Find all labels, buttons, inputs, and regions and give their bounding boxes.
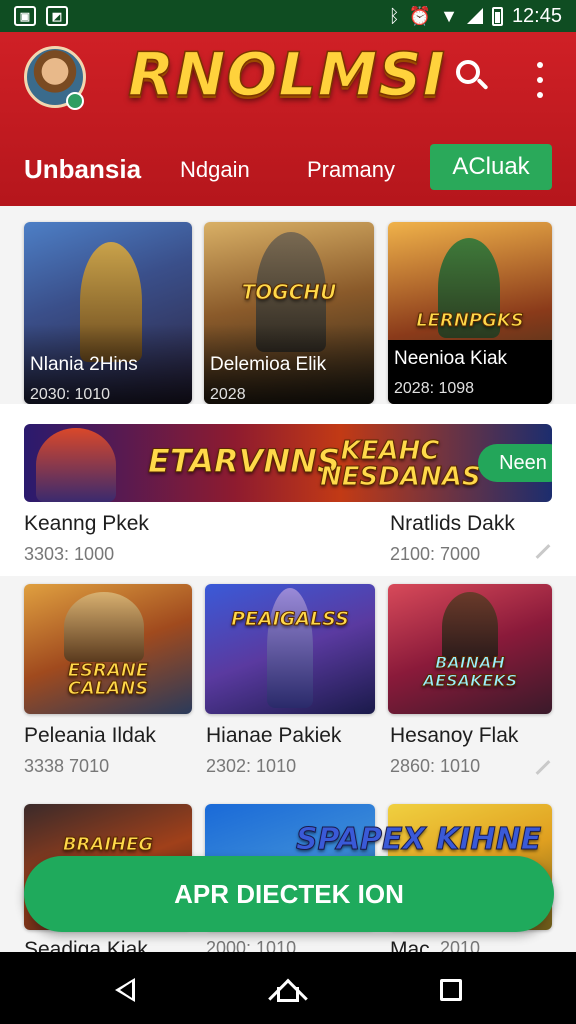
online-badge-icon — [66, 92, 84, 110]
status-bar: ▣ ◩ ᛒ ⏰ ▼ 12:45 — [0, 0, 576, 32]
recent-apps-icon[interactable] — [440, 979, 462, 1001]
tab-bar: Unbansia Ndgain Pramany ACluak — [0, 144, 576, 194]
game-card[interactable]: PEAIGALSS — [205, 584, 375, 714]
card-subtitle: 3338 7010 — [24, 756, 110, 776]
card-subtitle: 2000: 1010 — [206, 938, 297, 952]
banner-title-left: ETARVNNS — [148, 442, 341, 481]
promo-banner[interactable]: ETARVNNS KEAHC NESDANAS Neen — [24, 424, 552, 502]
card-subtitle: 2028 — [210, 386, 246, 403]
signal-icon — [466, 8, 483, 24]
card-title: Seadiga Kiak — [24, 938, 148, 952]
alarm-icon: ⏰ — [408, 6, 432, 26]
card-title: Peleania Ildak — [24, 724, 156, 747]
card-title: Delemioa Elik — [210, 354, 327, 375]
photo-icon: ◩ — [46, 6, 68, 26]
banner-new-button[interactable]: Neen — [478, 444, 552, 482]
banner-title-right: KEAHC NESDANAS — [320, 436, 482, 492]
system-nav-bar — [0, 952, 576, 1024]
card-subtitle: 2302: 1010 — [206, 756, 297, 776]
game-card[interactable]: BAINAH AESAKEKS — [388, 584, 552, 714]
search-button[interactable] — [452, 56, 492, 96]
card-title: Neenioa Kiak — [394, 348, 508, 369]
banner-sub-right: 2100: 7000 — [390, 544, 481, 564]
card-subtitle: 2860: 1010 — [390, 756, 481, 776]
game-card[interactable]: ESRANE CALANS — [24, 584, 192, 714]
back-icon[interactable] — [115, 978, 135, 1002]
card-subtitle: 2030: 1010 — [30, 386, 111, 403]
app-header: RNOLMSI Unbansia Ndgain Pramany ACluak — [0, 32, 576, 206]
game-card[interactable]: LERNPGKS Neenioa Kiak 2028: 1098 — [388, 222, 552, 404]
card-title: Mac — [390, 938, 430, 952]
gallery-icon: ▣ — [14, 6, 36, 26]
home-icon[interactable] — [268, 976, 308, 1019]
app-logo: RNOLMSI — [127, 39, 446, 111]
tab-unbansia[interactable]: Unbansia — [24, 154, 141, 185]
tab-pramany[interactable]: Pramany — [307, 157, 395, 183]
card-title: Hianae Pakiek — [206, 724, 342, 747]
tab-acluak-button[interactable]: ACluak — [430, 144, 552, 190]
clock: 12:45 — [511, 4, 562, 27]
banner-sub-left: 3303: 1000 — [24, 544, 115, 564]
banner-caption-right: Nratlids Dakk — [390, 512, 515, 535]
primary-action-button[interactable]: APR DIECTEK ION — [24, 856, 554, 932]
wifi-icon: ▼ — [440, 6, 458, 26]
more-options-icon[interactable] — [528, 62, 552, 98]
card-subtitle: 2028: 1098 — [394, 380, 475, 397]
edit-icon[interactable] — [535, 760, 551, 775]
battery-icon — [491, 6, 503, 26]
tab-ndgain[interactable]: Ndgain — [180, 157, 250, 183]
game-card[interactable]: TOGCHU Delemioa Elik 2028 — [204, 222, 374, 404]
game-card[interactable]: Nlania 2Hins 2030: 1010 — [24, 222, 192, 404]
game-feed[interactable]: Nlania 2Hins 2030: 1010 TOGCHU Delemioa … — [0, 206, 576, 952]
banner-caption-left: Keanng Pkek — [24, 512, 149, 535]
card-title: Hesanoy Flak — [390, 724, 519, 747]
bluetooth-icon: ᛒ — [388, 6, 400, 26]
card-title: Nlania 2Hins — [30, 354, 138, 375]
card-subtitle: 2010 — [440, 938, 481, 952]
